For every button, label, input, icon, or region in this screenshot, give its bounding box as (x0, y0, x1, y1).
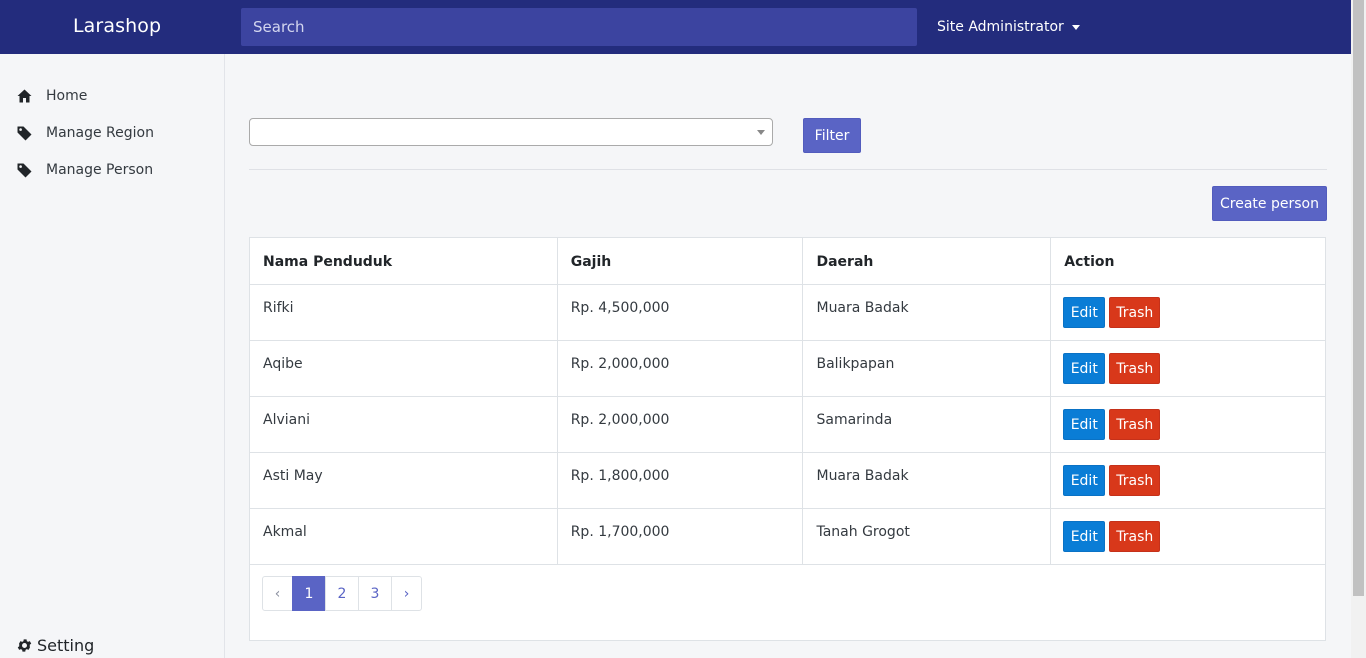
sidebar-item-label: Home (46, 88, 88, 104)
user-name: Site Administrator (937, 19, 1064, 35)
cell-name: Akmal (249, 508, 558, 565)
pagination: ‹ 1 2 3 › (262, 576, 422, 611)
divider (249, 169, 1327, 170)
caret-down-icon (1071, 25, 1080, 30)
trash-button[interactable]: Trash (1109, 353, 1161, 384)
edit-button[interactable]: Edit (1063, 409, 1106, 440)
tag-icon (16, 162, 32, 178)
sidebar-item-manage-person[interactable]: Manage Person (16, 162, 153, 178)
pagination-page[interactable]: 1 (292, 576, 326, 611)
main-content: Filter Create person Nama Penduduk Gajih… (225, 54, 1351, 658)
cell-region: Balikpapan (802, 340, 1052, 397)
column-header-action: Action (1050, 237, 1326, 285)
brand-logo[interactable]: Larashop (73, 15, 161, 37)
table-header-row: Nama Penduduk Gajih Daerah Action (249, 237, 1326, 285)
edit-button[interactable]: Edit (1063, 353, 1106, 384)
pagination-next[interactable]: › (391, 576, 422, 611)
tag-icon (16, 125, 32, 141)
cell-action: Edit Trash (1050, 284, 1326, 341)
table-row: Alviani Rp. 2,000,000 Samarinda Edit Tras… (249, 396, 1326, 453)
person-table-card: Nama Penduduk Gajih Daerah Action Rifki … (249, 237, 1326, 641)
cell-region: Tanah Grogot (802, 508, 1052, 565)
sidebar-item-manage-region[interactable]: Manage Region (16, 125, 154, 141)
cell-action: Edit Trash (1050, 508, 1326, 565)
cell-salary: Rp. 4,500,000 (556, 284, 804, 341)
cell-action: Edit Trash (1050, 340, 1326, 397)
cell-name: Asti May (249, 452, 558, 509)
sidebar-item-home[interactable]: Home (16, 88, 87, 104)
column-header-region: Daerah (802, 237, 1052, 285)
table-row: Akmal Rp. 1,700,000 Tanah Grogot Edit Tra… (249, 508, 1326, 565)
cell-region: Muara Badak (802, 452, 1052, 509)
cell-region: Muara Badak (802, 284, 1052, 341)
cell-salary: Rp. 1,700,000 (556, 508, 804, 565)
chevron-down-icon (757, 130, 765, 135)
gear-icon (16, 637, 34, 655)
create-person-button[interactable]: Create person (1212, 186, 1327, 221)
edit-button[interactable]: Edit (1063, 465, 1106, 496)
sidebar: Home Manage Region Manage Person Setting (0, 54, 225, 658)
pagination-prev[interactable]: ‹ (262, 576, 293, 611)
cell-salary: Rp. 2,000,000 (556, 396, 804, 453)
filter-button[interactable]: Filter (803, 118, 861, 153)
cell-region: Samarinda (802, 396, 1052, 453)
person-table: Nama Penduduk Gajih Daerah Action Rifki … (249, 237, 1326, 565)
edit-button[interactable]: Edit (1063, 521, 1106, 552)
search-input[interactable] (241, 8, 917, 46)
table-row: Rifki Rp. 4,500,000 Muara Badak Edit Tras… (249, 284, 1326, 341)
cell-action: Edit Trash (1050, 452, 1326, 509)
cell-salary: Rp. 2,000,000 (556, 340, 804, 397)
pagination-page[interactable]: 3 (358, 576, 392, 611)
sidebar-item-label: Manage Region (46, 125, 154, 141)
home-icon (16, 88, 32, 104)
cell-name: Rifki (249, 284, 558, 341)
cell-name: Aqibe (249, 340, 558, 397)
trash-button[interactable]: Trash (1109, 521, 1161, 552)
setting-link[interactable]: Setting (16, 636, 94, 655)
trash-button[interactable]: Trash (1109, 465, 1161, 496)
edit-button[interactable]: Edit (1063, 297, 1106, 328)
cell-action: Edit Trash (1050, 396, 1326, 453)
cell-name: Alviani (249, 396, 558, 453)
column-header-salary: Gajih (556, 237, 804, 285)
cell-salary: Rp. 1,800,000 (556, 452, 804, 509)
scrollbar-thumb[interactable] (1353, 0, 1364, 596)
setting-label: Setting (37, 636, 95, 655)
table-row: Aqibe Rp. 2,000,000 Balikpapan Edit Trash (249, 340, 1326, 397)
table-row: Asti May Rp. 1,800,000 Muara Badak Edit T… (249, 452, 1326, 509)
user-menu-dropdown[interactable]: Site Administrator (937, 19, 1080, 35)
trash-button[interactable]: Trash (1109, 297, 1161, 328)
sidebar-item-label: Manage Person (46, 162, 154, 178)
pagination-page[interactable]: 2 (325, 576, 359, 611)
top-navbar: Larashop Site Administrator (0, 0, 1351, 54)
column-header-name: Nama Penduduk (249, 237, 558, 285)
trash-button[interactable]: Trash (1109, 409, 1161, 440)
region-filter-select[interactable] (249, 118, 773, 146)
